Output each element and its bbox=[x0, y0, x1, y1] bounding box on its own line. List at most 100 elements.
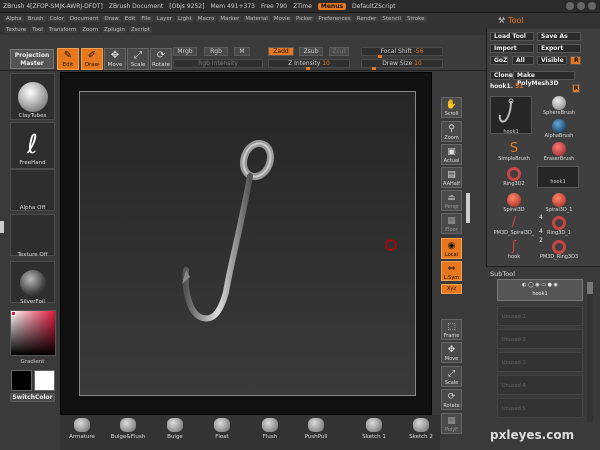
color-picker-marker[interactable] bbox=[11, 311, 16, 316]
eraserbrush-tool[interactable]: EraserBrush bbox=[535, 142, 583, 162]
menu-light[interactable]: Light bbox=[175, 15, 194, 22]
subtool-unused-5[interactable]: Unused 5 bbox=[497, 398, 583, 418]
visible-button[interactable]: Visible bbox=[537, 56, 567, 65]
menu-transform[interactable]: Transform bbox=[46, 26, 79, 33]
tool-thumb-hook1[interactable]: hook1 bbox=[490, 96, 532, 135]
menu-movie[interactable]: Movie bbox=[271, 15, 293, 22]
all-button[interactable]: All bbox=[512, 56, 534, 65]
ring3d2-tool[interactable]: Ring3D2 bbox=[490, 167, 538, 187]
xyz-button[interactable]: Xyz bbox=[441, 284, 462, 294]
menu-render[interactable]: Render bbox=[354, 15, 379, 22]
draw-size-knob[interactable] bbox=[372, 67, 376, 70]
simplebrush-tool[interactable]: S SimpleBrush bbox=[490, 142, 538, 163]
menu-stencil[interactable]: Stencil bbox=[380, 15, 403, 22]
menu-alpha[interactable]: Alpha bbox=[4, 15, 24, 22]
save-as-button[interactable]: Save As bbox=[537, 32, 581, 41]
menu-color[interactable]: Color bbox=[47, 15, 66, 22]
menu-draw[interactable]: Draw bbox=[102, 15, 121, 22]
focal-shift-slider[interactable]: Focal Shift -56 bbox=[361, 47, 443, 58]
mrgb-button[interactable]: Mrgb bbox=[173, 47, 197, 56]
rotate-button[interactable]: ⟳ Rotate bbox=[150, 48, 172, 70]
floor-button[interactable]: ▦ Floor bbox=[441, 213, 462, 234]
color-picker[interactable] bbox=[10, 310, 56, 356]
menu-texture[interactable]: Texture bbox=[4, 26, 29, 33]
focal-shift-knob[interactable] bbox=[378, 55, 382, 58]
spherebrush-tool[interactable]: SphereBrush bbox=[535, 96, 583, 116]
pm3d-spiral3d-tool[interactable]: / PM3D_Spiral3D_ bbox=[490, 216, 538, 237]
menu-material[interactable]: Material bbox=[243, 15, 270, 22]
subtool-unused-2[interactable]: Unused 2 bbox=[497, 329, 583, 349]
m-button[interactable]: M bbox=[234, 47, 250, 56]
material-selector[interactable] bbox=[10, 261, 55, 303]
subtool-unused-3[interactable]: Unused 3 bbox=[497, 352, 583, 372]
spiral3d-1-tool[interactable]: Spiral3D_1 bbox=[535, 193, 583, 213]
menus-toggle-button[interactable]: Menus bbox=[317, 2, 347, 10]
move-button[interactable]: ✥ Move bbox=[104, 48, 126, 70]
draw-size-slider[interactable]: Draw Size 10 bbox=[361, 59, 443, 70]
menu-marker[interactable]: Marker bbox=[218, 15, 242, 22]
menu-macro[interactable]: Macro bbox=[195, 15, 217, 22]
minimize-button[interactable] bbox=[566, 2, 574, 10]
rotate-view-button[interactable]: ⟳ Rotate bbox=[441, 389, 462, 410]
sketch1-brush-button[interactable]: Sketch 1 bbox=[354, 418, 394, 448]
subtool-unused-1[interactable]: Unused 1 bbox=[497, 306, 583, 326]
default-script-label[interactable]: DefaultZScript bbox=[352, 3, 395, 10]
close-button[interactable] bbox=[588, 2, 596, 10]
persp-button[interactable]: ⏏ Persp bbox=[441, 190, 462, 211]
local-button[interactable]: ◉ Local bbox=[441, 238, 462, 259]
subtool-scrollbar[interactable] bbox=[587, 282, 593, 422]
projection-master-button[interactable]: Projection Master bbox=[10, 49, 54, 69]
menu-preferences[interactable]: Preferences bbox=[316, 15, 353, 22]
armature-brush-button[interactable]: Armature bbox=[62, 418, 102, 448]
maximize-button[interactable] bbox=[577, 2, 585, 10]
z-intensity-slider[interactable]: Z Intensity 10 bbox=[268, 59, 350, 70]
flush-brush-button[interactable]: Flush bbox=[250, 418, 290, 448]
gradient-label[interactable]: Gradient bbox=[8, 359, 57, 365]
draw-button[interactable]: ✐ Draw bbox=[81, 48, 103, 70]
main-color-swatch[interactable] bbox=[11, 370, 32, 391]
left-panel-toggle[interactable] bbox=[0, 221, 4, 233]
menu-stroke[interactable]: Stroke bbox=[404, 15, 427, 22]
texture-selector[interactable] bbox=[10, 214, 55, 256]
menu-zoom[interactable]: Zoom bbox=[80, 26, 101, 33]
menu-picker[interactable]: Picker bbox=[294, 15, 315, 22]
menu-brush[interactable]: Brush bbox=[25, 15, 46, 22]
zadd-button[interactable]: Zadd bbox=[268, 47, 294, 56]
float-brush-button[interactable]: Float bbox=[202, 418, 242, 448]
export-button[interactable]: Export bbox=[537, 44, 581, 53]
bulge-brush-button[interactable]: Bulge bbox=[155, 418, 195, 448]
move-view-button[interactable]: ✥ Move bbox=[441, 342, 462, 363]
lsym-button[interactable]: ⇔ L.Sym bbox=[441, 261, 462, 281]
menu-file[interactable]: File bbox=[139, 15, 153, 22]
scale-button[interactable]: ⤢ Scale bbox=[127, 48, 149, 70]
subtool-active-row[interactable]: ◐ ◯ ◉ ▭ ● ◉ hook1 bbox=[497, 279, 583, 301]
scroll-button[interactable]: ✋ Scroll bbox=[441, 97, 462, 118]
zoom-button[interactable]: ⚲ Zoom bbox=[441, 121, 462, 142]
edit-button[interactable]: ✎ Edit bbox=[57, 48, 79, 70]
menu-document[interactable]: Document bbox=[67, 15, 101, 22]
tool-panel-header[interactable]: ⚒ Tool bbox=[486, 13, 600, 29]
spiral3d-tool[interactable]: Spiral3D bbox=[490, 193, 538, 213]
menu-layer[interactable]: Layer bbox=[154, 15, 174, 22]
menu-tool[interactable]: Tool bbox=[30, 26, 45, 33]
z-intensity-knob[interactable] bbox=[306, 67, 310, 70]
menu-edit[interactable]: Edit bbox=[122, 15, 138, 22]
clone-button[interactable]: Clone bbox=[490, 71, 513, 80]
load-tool-button[interactable]: Load Tool bbox=[490, 32, 534, 41]
make-polymesh-button[interactable]: Make PolyMesh3D bbox=[513, 71, 575, 87]
sketch2-brush-button[interactable]: Sketch 2 bbox=[401, 418, 441, 448]
zcut-button[interactable]: Zcut bbox=[329, 47, 349, 56]
rgb-intensity-slider[interactable]: Rgb Intensity bbox=[173, 59, 263, 68]
frame-button[interactable]: ⬚ Frame bbox=[441, 319, 462, 340]
tool-r-button[interactable]: R bbox=[572, 84, 580, 93]
rgb-button[interactable]: Rgb bbox=[204, 47, 228, 56]
import-button[interactable]: Import bbox=[490, 44, 534, 53]
tool-thumb-hook1-b[interactable]: hook1 bbox=[537, 166, 579, 188]
switch-color-button[interactable]: SwitchColor bbox=[10, 393, 55, 402]
hook-tool[interactable]: ʃ hook bbox=[490, 240, 538, 261]
r-button[interactable]: R bbox=[570, 56, 581, 65]
document-viewport[interactable] bbox=[79, 91, 416, 396]
pm3d-ring3d3-tool[interactable]: PM3D_Ring3D3 bbox=[535, 240, 583, 260]
aahalf-button[interactable]: ▤ AAHalf bbox=[441, 167, 462, 188]
actual-button[interactable]: ▣ Actual bbox=[441, 144, 462, 165]
